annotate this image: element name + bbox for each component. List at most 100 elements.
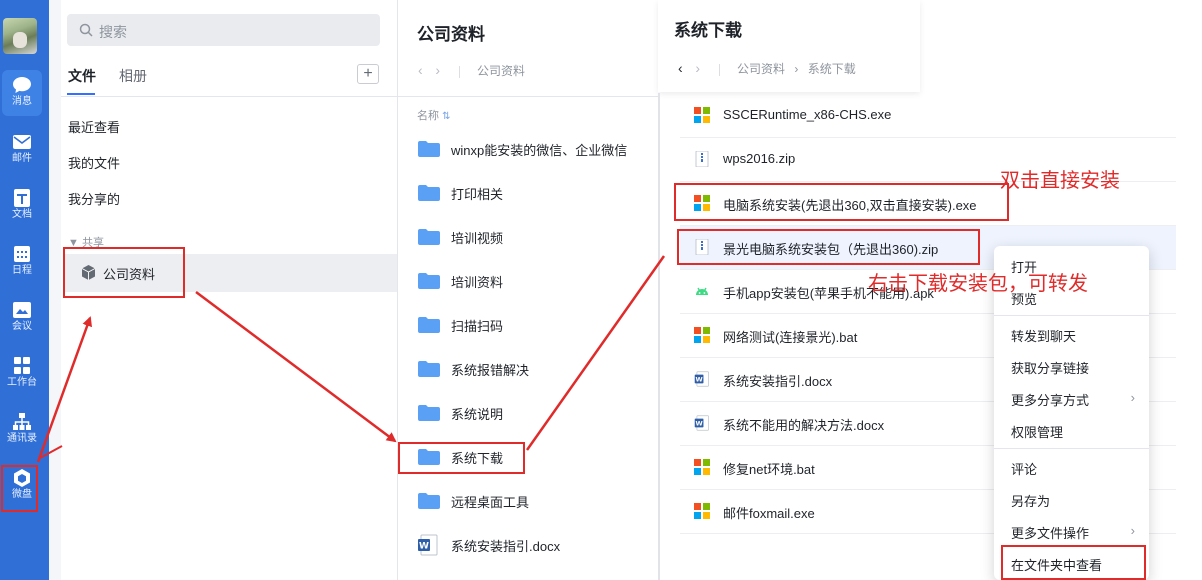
file-row[interactable]: SSCERuntime_x86-CHS.exe	[680, 94, 1176, 138]
breadcrumb-chevron-icon: ›	[794, 62, 799, 76]
folder-row[interactable]: winxp能安装的微信、企业微信	[398, 128, 660, 172]
item-name: 打印相关	[451, 187, 504, 202]
menu-item-more-file-ops[interactable]: 更多文件操作	[1011, 523, 1089, 542]
menu-separator	[994, 315, 1149, 316]
rail-calendar[interactable]: 日程	[2, 239, 42, 285]
annotation-double-click: 双击直接安装	[1000, 170, 1120, 192]
app-icon	[694, 459, 710, 475]
annotation-box-system-download	[398, 442, 525, 474]
annotation-box-show-in-folder	[1001, 545, 1146, 580]
menu-separator	[994, 448, 1149, 449]
folder-row[interactable]: 培训视频	[398, 216, 660, 260]
file-name: 网络测试(连接景光).bat	[723, 330, 858, 345]
rail-label: 消息	[12, 96, 32, 107]
chevron-right-icon: ›	[1130, 523, 1135, 538]
app-icon	[694, 107, 710, 123]
file-name: 系统安装指引.docx	[723, 374, 833, 389]
svg-text:W: W	[419, 542, 429, 552]
folder-icon	[418, 405, 440, 421]
folder-row[interactable]: 扫描扫码	[398, 304, 660, 348]
item-name: 系统安装指引.docx	[451, 539, 561, 554]
grid-icon	[14, 357, 30, 374]
file-name: SSCERuntime_x86-CHS.exe	[723, 107, 892, 122]
word-doc-icon: W	[694, 371, 709, 387]
word-doc-icon: W	[694, 415, 709, 431]
rail-docs[interactable]: 文档	[2, 183, 42, 229]
avatar[interactable]	[3, 18, 37, 54]
zip-icon	[695, 151, 709, 167]
back-icon[interactable]: ‹	[678, 60, 692, 76]
tab-album[interactable]: 相册	[119, 66, 147, 86]
rail-contacts[interactable]: 通讯录	[2, 407, 42, 453]
app-icon	[694, 503, 710, 519]
search-placeholder: 搜索	[99, 24, 127, 40]
breadcrumb: ‹ › 公司资料	[418, 62, 525, 79]
back-icon[interactable]: ‹	[418, 62, 432, 78]
page-title: 系统下载	[674, 21, 742, 40]
doc-icon	[14, 189, 30, 207]
breadcrumb-item[interactable]: 公司资料	[477, 64, 525, 78]
forward-icon[interactable]: ›	[695, 60, 709, 76]
rail-label: 通讯录	[7, 433, 37, 444]
download-header: 系统下载 ‹ › 公司资料 › 系统下载	[658, 0, 920, 92]
folder-row[interactable]: 系统说明	[398, 392, 660, 436]
breadcrumb-separator	[458, 65, 460, 78]
sort-icon[interactable]: ⇅	[442, 111, 450, 122]
annotation-box-company-docs	[63, 247, 185, 298]
rail-mail[interactable]: 邮件	[2, 127, 42, 173]
folder-panel: 公司资料 ‹ › 公司资料 名称 ⇅ winxp能安装的微信、企业微信打印相关培…	[397, 0, 660, 580]
breadcrumb-item[interactable]: 公司资料	[737, 62, 785, 76]
divider	[61, 96, 397, 97]
folder-icon	[418, 493, 440, 509]
folder-icon	[418, 185, 440, 201]
item-name: 扫描扫码	[451, 319, 504, 334]
rail-label: 工作台	[7, 377, 37, 388]
page-title: 公司资料	[417, 25, 485, 44]
rail-meeting[interactable]: 会议	[2, 295, 42, 341]
nav-my-shared[interactable]: 我分享的	[68, 189, 120, 208]
rail-workbench[interactable]: 工作台	[2, 351, 42, 397]
item-name: 系统说明	[451, 407, 504, 422]
menu-item-share-link[interactable]: 获取分享链接	[1011, 358, 1089, 377]
nav-my-files[interactable]: 我的文件	[68, 153, 120, 172]
folder-icon	[418, 141, 440, 157]
menu-item-permissions[interactable]: 权限管理	[1011, 422, 1063, 441]
tab-files[interactable]: 文件	[68, 66, 96, 86]
search-input[interactable]: 搜索	[67, 14, 380, 46]
menu-item-comment[interactable]: 评论	[1011, 459, 1037, 478]
meeting-icon	[13, 302, 31, 318]
menu-item-more-share[interactable]: 更多分享方式	[1011, 390, 1089, 409]
file-name: 修复net环境.bat	[723, 462, 815, 477]
calendar-icon	[14, 246, 30, 262]
breadcrumb: ‹ › 公司资料 › 系统下载	[678, 60, 856, 77]
folder-row[interactable]: 系统报错解决	[398, 348, 660, 392]
divider	[398, 96, 660, 97]
rail-label: 会议	[12, 321, 32, 332]
folder-row[interactable]: 打印相关	[398, 172, 660, 216]
menu-item-forward-to-chat[interactable]: 转发到聊天	[1011, 326, 1076, 345]
annotation-right-click: 右击下载安装包，可转发	[868, 273, 1088, 295]
rail-label: 邮件	[12, 153, 32, 164]
item-name: 培训资料	[451, 275, 504, 290]
breadcrumb-item[interactable]: 系统下载	[808, 62, 856, 76]
menu-item-save-as[interactable]: 另存为	[1011, 491, 1050, 510]
add-button[interactable]: +	[357, 64, 379, 84]
annotation-box-zip	[677, 229, 980, 265]
folder-icon	[418, 361, 440, 377]
rail-label: 文档	[12, 209, 32, 220]
item-name: 系统报错解决	[451, 363, 530, 378]
folder-icon	[418, 273, 440, 289]
file-row[interactable]: W 系统安装指引.docx	[398, 524, 660, 568]
column-header-name[interactable]: 名称 ⇅	[417, 107, 450, 123]
forward-icon[interactable]: ›	[435, 62, 449, 78]
folder-row[interactable]: 远程桌面工具	[398, 480, 660, 524]
rail-messages[interactable]: 消息	[2, 70, 42, 116]
context-menu: 打开 预览 转发到聊天 获取分享链接 更多分享方式 › 权限管理 评论 另存为 …	[994, 246, 1149, 580]
breadcrumb-separator	[718, 63, 720, 76]
app-window: 消息 邮件 文档 日程 会议 工作台 通讯录 微盘 搜索 文件 相册 + 最近查…	[0, 0, 1202, 580]
nav-recent[interactable]: 最近查看	[68, 117, 120, 136]
annotation-box-exe	[674, 183, 1009, 221]
folder-row[interactable]: 培训资料	[398, 260, 660, 304]
folder-icon	[418, 229, 440, 245]
sidebar-tabs: 文件 相册	[67, 66, 382, 96]
